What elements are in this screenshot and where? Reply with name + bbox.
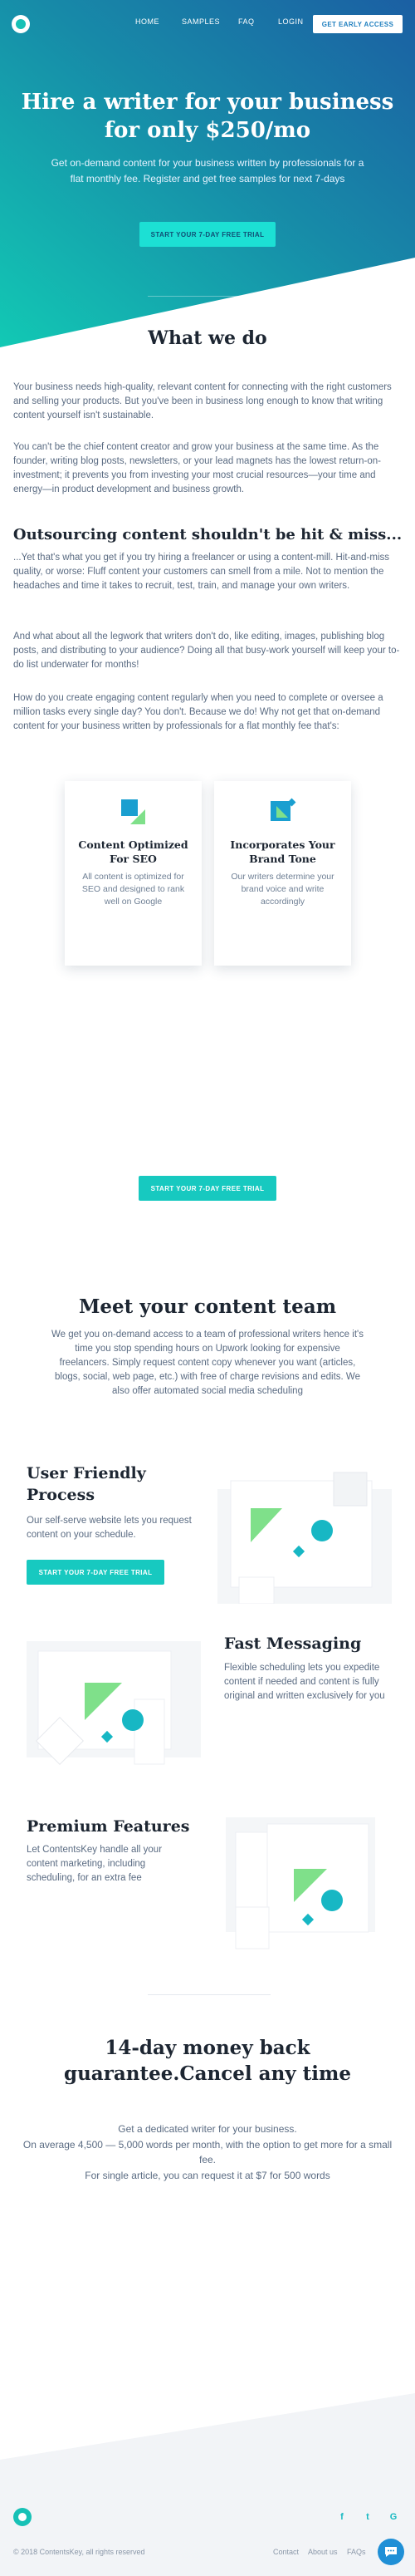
feature-title-premium: Premium Features xyxy=(27,1817,190,1836)
footer-faqs-link[interactable]: FAQs xyxy=(347,2548,366,2556)
guarantee-line-1: Get a dedicated writer for your business… xyxy=(118,2123,297,2135)
nav-login-link[interactable]: LOGIN xyxy=(278,17,304,26)
section-divider xyxy=(148,1994,271,1995)
footer-about-link[interactable]: About us xyxy=(308,2548,338,2556)
hero-subtitle: Get on-demand content for your business … xyxy=(51,157,364,184)
outsourcing-heading: Outsourcing content shouldn't be hit & m… xyxy=(12,526,403,543)
guarantee-line-3: For single article, you can request it a… xyxy=(85,2170,330,2181)
twitter-icon[interactable]: t xyxy=(363,2512,373,2522)
hero-free-trial-button[interactable]: START YOUR 7-DAY FREE TRIAL xyxy=(139,222,276,247)
brand-shapes-icon xyxy=(271,798,296,821)
what-we-do-heading: What we do xyxy=(148,327,267,349)
hero-divider xyxy=(148,296,271,297)
google-plus-icon[interactable]: G xyxy=(388,2512,398,2522)
copyright-text: © 2018 ContentsKey, all rights reserved xyxy=(13,2548,145,2556)
nav-faq-link[interactable]: FAQ xyxy=(238,17,255,26)
what-we-do-paragraph-4: And what about all the legwork that writ… xyxy=(13,632,400,670)
feature-title-user-friendly: User Friendly Process xyxy=(27,1464,146,1504)
card-text: All content is optimized for SEO and des… xyxy=(81,872,185,907)
top-nav: HOME SAMPLES FAQ LOGIN GET EARLY ACCESS xyxy=(0,12,415,35)
team-heading: Meet your content team xyxy=(78,1295,337,1318)
what-we-do-paragraph-3: ...Yet that's what you get if you try hi… xyxy=(13,553,390,591)
nav-samples-link[interactable]: SAMPLES xyxy=(182,17,220,26)
chat-button[interactable] xyxy=(378,2539,404,2565)
feature-free-trial-button[interactable]: START YOUR 7-DAY FREE TRIAL xyxy=(27,1560,164,1585)
guarantee-heading: 14-day money back guarantee.Cancel any t… xyxy=(64,2037,351,2085)
what-we-do-paragraph-2: You can't be the chief content creator a… xyxy=(13,442,381,494)
mid-free-trial-button[interactable]: START YOUR 7-DAY FREE TRIAL xyxy=(139,1176,276,1201)
feature-text-fast-messaging: Flexible scheduling lets you expedite co… xyxy=(224,1663,385,1701)
hero-section: HOME SAMPLES FAQ LOGIN GET EARLY ACCESS … xyxy=(0,0,415,349)
get-early-access-button[interactable]: GET EARLY ACCESS xyxy=(313,15,403,33)
feature-title-fast-messaging: Fast Messaging xyxy=(224,1635,362,1653)
what-we-do-paragraph-5: How do you create engaging content regul… xyxy=(13,693,383,731)
card-title: Incorporates Your Brand Tone xyxy=(230,838,335,865)
fast-messaging-illustration xyxy=(27,1641,201,1765)
feature-text-premium: Let ContentsKey handle all your content … xyxy=(27,1845,163,1883)
team-subtitle: We get you on-demand access to a team of… xyxy=(51,1330,364,1396)
footer-logo[interactable] xyxy=(13,2508,32,2526)
card-title: Content Optimized For SEO xyxy=(78,838,188,865)
guarantee-line-2: On average 4,500 — 5,000 words per month… xyxy=(22,2139,393,2166)
feature-card-brand: Incorporates Your Brand Tone Our writers… xyxy=(214,781,351,966)
what-we-do-paragraph-1: Your business needs high-quality, releva… xyxy=(13,382,392,420)
facebook-icon[interactable]: f xyxy=(337,2512,347,2522)
hero-title: Hire a writer for your business for only… xyxy=(21,90,394,143)
chat-bubble-icon xyxy=(385,2547,397,2557)
logo[interactable] xyxy=(12,15,30,33)
user-friendly-illustration xyxy=(217,1472,392,1604)
footer-contact-link[interactable]: Contact xyxy=(273,2548,299,2556)
premium-features-illustration xyxy=(226,1817,375,1949)
feature-text-user-friendly: Our self-serve website lets you request … xyxy=(27,1516,192,1540)
nav-home-link[interactable]: HOME xyxy=(135,17,159,26)
card-text: Our writers determine your brand voice a… xyxy=(231,872,334,907)
seo-shapes-icon xyxy=(121,799,145,824)
feature-card-seo: Content Optimized For SEO All content is… xyxy=(65,781,202,966)
